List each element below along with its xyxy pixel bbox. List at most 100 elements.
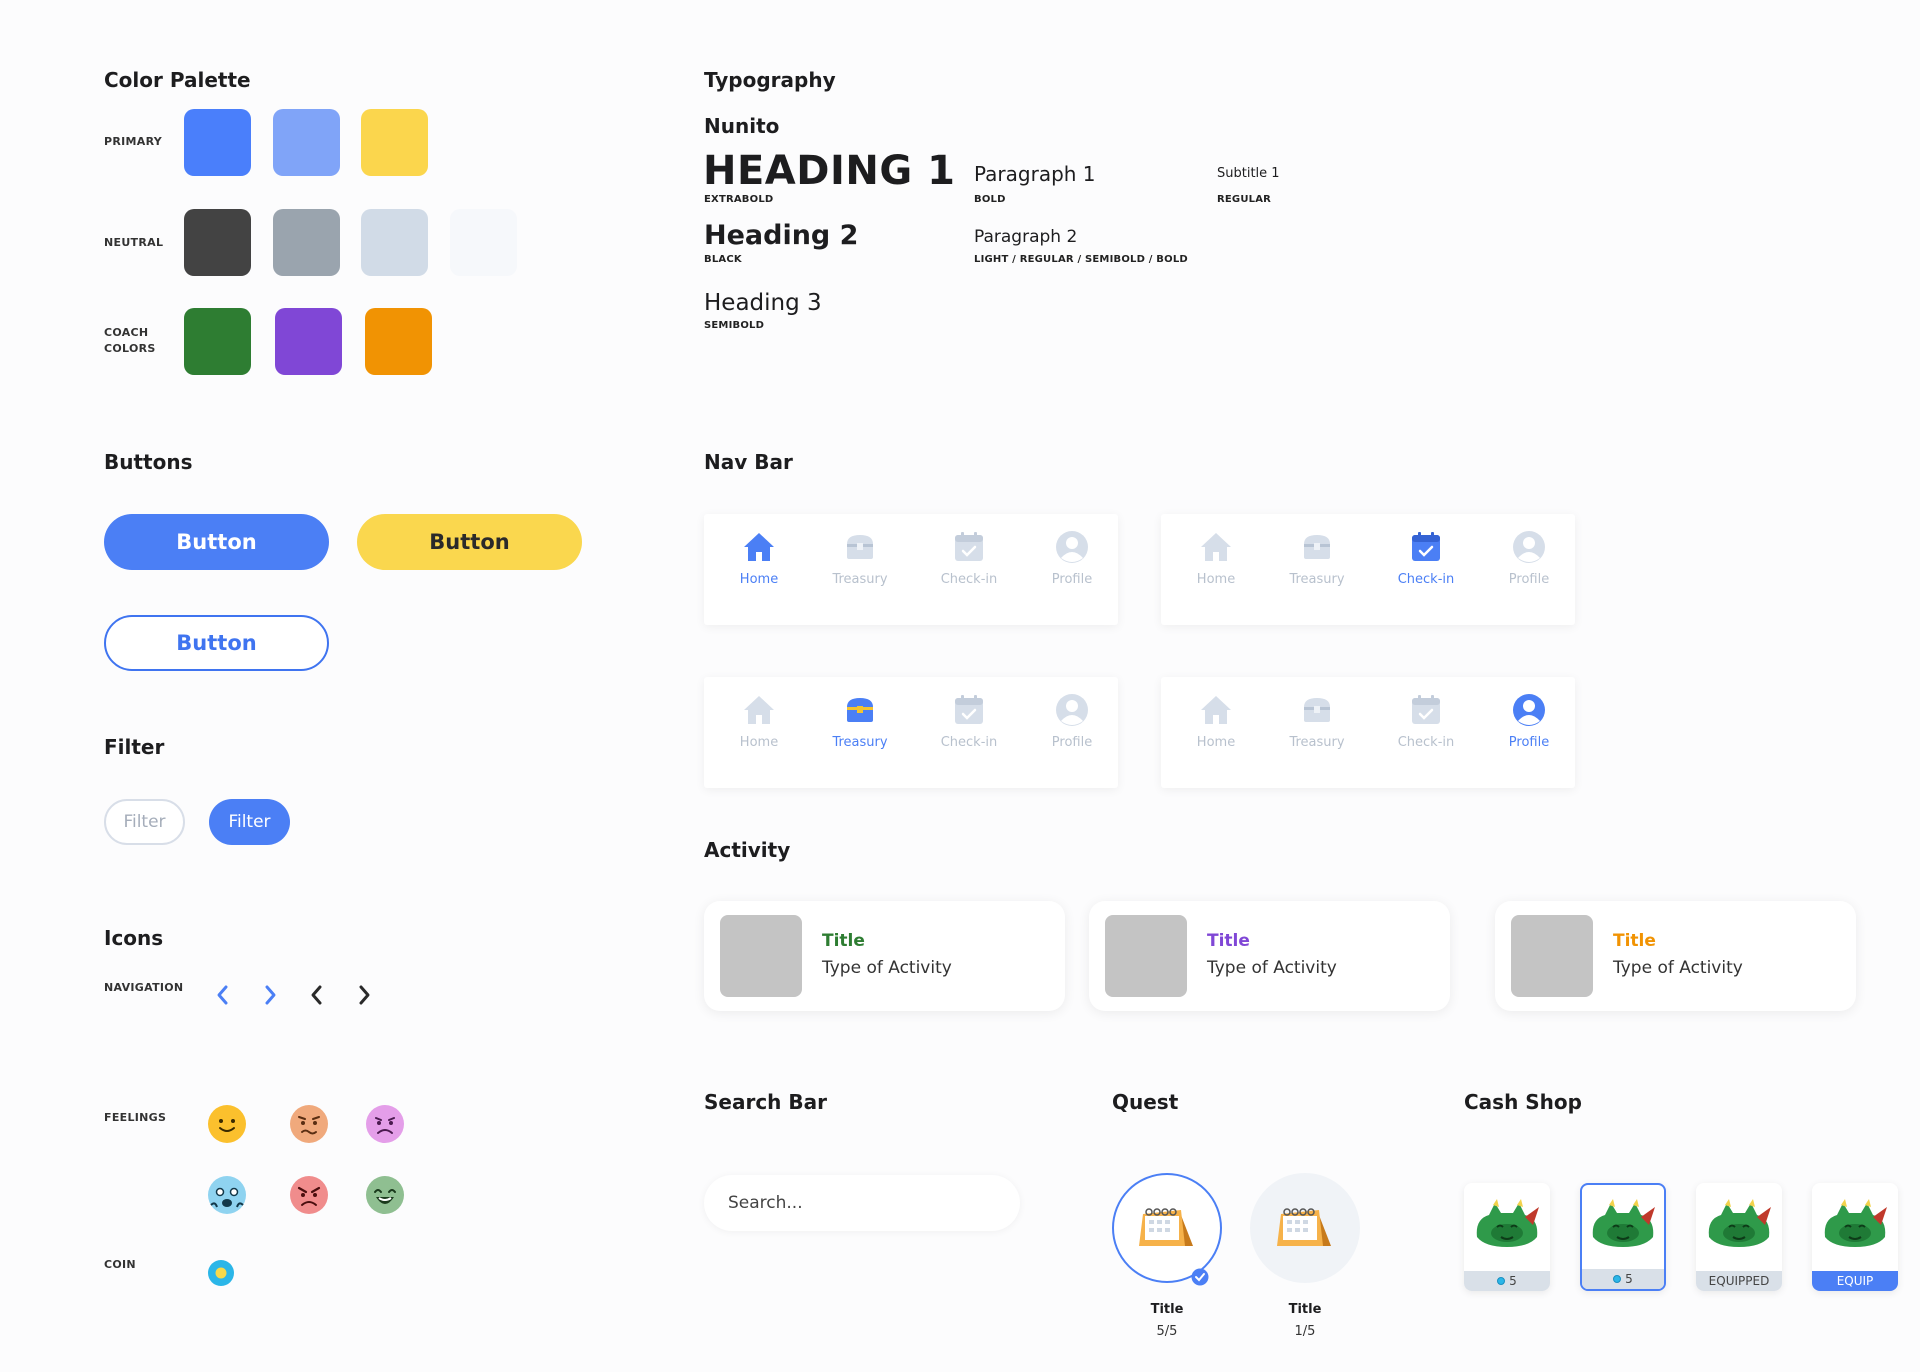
profile-icon (1513, 694, 1545, 726)
navbar-home-active: Home Treasury Check-in Profile (704, 514, 1118, 625)
search-input[interactable]: Search... (704, 1175, 1020, 1231)
chevron-right-dark-icon[interactable] (353, 983, 375, 1007)
navigation-label: NAVIGATION (104, 981, 184, 994)
sad-face-icon[interactable] (365, 1104, 405, 1144)
angry-face-icon[interactable] (289, 1175, 329, 1215)
calendar-check-icon (955, 695, 983, 724)
activity-title-text: Title (822, 931, 865, 951)
activity-type-text: Type of Activity (1207, 958, 1337, 978)
heading-2-sample: Heading 2 (704, 220, 859, 251)
treasure-chest-icon (1304, 698, 1330, 722)
nav-item-home[interactable]: Home (1176, 530, 1256, 587)
nav-item-treasury[interactable]: Treasury (1277, 530, 1357, 587)
coin-icon (1497, 1277, 1506, 1285)
treasure-chest-icon (847, 698, 873, 722)
navbar-title: Nav Bar (704, 450, 793, 474)
nav-label-home: Home (739, 735, 779, 750)
nav-item-checkin[interactable]: Check-in (1386, 530, 1466, 587)
treasure-chest-icon (1304, 535, 1330, 559)
feelings-label: FEELINGS (104, 1111, 167, 1124)
filter-active[interactable]: Filter (209, 799, 290, 845)
shop-item-selected[interactable]: 5 (1580, 1183, 1666, 1291)
primary-label: PRIMARY (104, 135, 163, 148)
calendar-check-icon (1412, 532, 1440, 561)
quest-item-progress: 5/5 (1156, 1324, 1178, 1339)
primary-button[interactable]: Button (104, 514, 329, 570)
heading-3-weight: SEMIBOLD (704, 320, 765, 331)
paragraph-1-sample: Paragraph 1 (974, 162, 1096, 186)
yellow-button[interactable]: Button (357, 514, 582, 570)
nav-item-profile[interactable]: Profile (1489, 693, 1569, 750)
nav-item-profile[interactable]: Profile (1032, 693, 1112, 750)
activity-type-text: Type of Activity (1613, 958, 1743, 978)
shop-item-status: EQUIPPED (1696, 1271, 1782, 1291)
nav-label-home: Home (739, 572, 779, 587)
activity-thumbnail (1105, 915, 1187, 997)
swatch-neutral-lightest (450, 209, 517, 276)
swatch-primary-light-blue (273, 109, 340, 176)
nav-item-checkin[interactable]: Check-in (1386, 693, 1466, 750)
font-name: Nunito (704, 114, 780, 138)
search-bar-title: Search Bar (704, 1090, 827, 1114)
check-badge-icon (1191, 1268, 1209, 1286)
swatch-primary-yellow (361, 109, 428, 176)
activity-card[interactable]: Title Type of Activity (1089, 901, 1450, 1011)
profile-icon (1056, 694, 1088, 726)
nav-item-treasury[interactable]: Treasury (820, 530, 900, 587)
heading-2-weight: BLACK (704, 254, 742, 265)
equip-button[interactable]: EQUIP (1812, 1271, 1898, 1291)
nav-item-home[interactable]: Home (719, 530, 799, 587)
dragon-icon (1708, 1199, 1771, 1247)
nav-item-treasury[interactable]: Treasury (820, 693, 900, 750)
nav-label-home: Home (1196, 735, 1236, 750)
nav-item-checkin[interactable]: Check-in (929, 530, 1009, 587)
worried-face-icon[interactable] (289, 1104, 329, 1144)
swatch-primary-blue (184, 109, 251, 176)
coach-label: COACH COLORS (104, 325, 156, 357)
quest-item-title: Title (1150, 1302, 1184, 1317)
chevron-right-icon[interactable] (259, 983, 281, 1007)
profile-icon (1056, 531, 1088, 563)
swatch-neutral-dark (184, 209, 251, 276)
shop-item-equipped[interactable]: EQUIPPED (1696, 1183, 1782, 1291)
coin-icon (1613, 1275, 1622, 1283)
filter-inactive[interactable]: Filter (104, 799, 185, 845)
nav-item-treasury[interactable]: Treasury (1277, 693, 1357, 750)
nav-label-treasury: Treasury (832, 572, 888, 587)
activity-card[interactable]: Title Type of Activity (704, 901, 1065, 1011)
buttons-title: Buttons (104, 450, 193, 474)
dragon-icon (1592, 1199, 1655, 1247)
activity-card[interactable]: Title Type of Activity (1495, 901, 1856, 1011)
calendar-check-icon (1412, 695, 1440, 724)
quest-item-complete[interactable] (1112, 1173, 1222, 1283)
home-icon (1201, 696, 1231, 724)
swatch-coach-orange (365, 308, 432, 375)
dragon-icon (1476, 1199, 1539, 1247)
quest-item-incomplete[interactable] (1250, 1173, 1360, 1283)
home-icon (1201, 533, 1231, 561)
subtitle-1-weight: REGULAR (1217, 194, 1272, 205)
nav-item-checkin[interactable]: Check-in (929, 693, 1009, 750)
activity-title: Activity (704, 838, 791, 862)
nav-item-home[interactable]: Home (719, 693, 799, 750)
nav-label-treasury: Treasury (1289, 735, 1345, 750)
chevron-left-dark-icon[interactable] (306, 983, 328, 1007)
anxious-face-icon[interactable] (207, 1175, 247, 1215)
swatch-neutral-light (361, 209, 428, 276)
typography-title: Typography (704, 68, 836, 92)
nav-item-profile[interactable]: Profile (1489, 530, 1569, 587)
chevron-left-icon[interactable] (212, 983, 234, 1007)
shop-item[interactable]: 5 (1464, 1183, 1550, 1291)
shop-item-equip[interactable]: EQUIP (1812, 1183, 1898, 1291)
nav-item-home[interactable]: Home (1176, 693, 1256, 750)
shop-item-price: 5 (1464, 1271, 1550, 1291)
happy-face-icon[interactable] (207, 1104, 247, 1144)
nav-label-checkin: Check-in (1397, 572, 1455, 587)
nav-item-profile[interactable]: Profile (1032, 530, 1112, 587)
nav-label-profile: Profile (1051, 572, 1093, 587)
laughing-face-icon[interactable] (365, 1175, 405, 1215)
coin-icon (208, 1260, 234, 1286)
navbar-treasury-active: Home Treasury Check-in Profile (704, 677, 1118, 788)
outline-button[interactable]: Button (104, 615, 329, 671)
nav-label-treasury: Treasury (1289, 572, 1345, 587)
